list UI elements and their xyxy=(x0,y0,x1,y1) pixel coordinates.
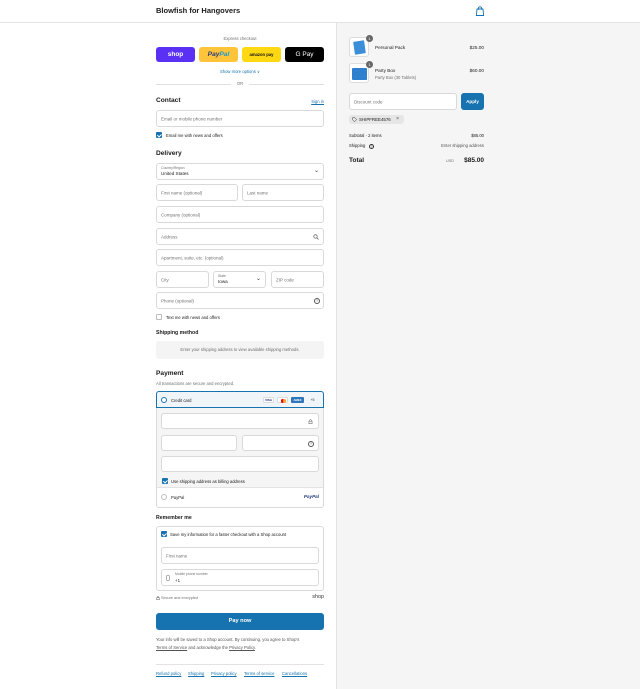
privacy-policy-link[interactable]: Privacy Policy xyxy=(229,645,255,650)
divider xyxy=(156,664,324,665)
footer-link-cancellations[interactable]: Cancellations xyxy=(282,671,307,676)
paypal-label: PayPal xyxy=(171,494,185,500)
news-label: Email me with news and offers xyxy=(166,132,223,138)
text-offers-checkbox[interactable] xyxy=(156,314,162,320)
item-qty-badge: 1 xyxy=(366,35,373,42)
amazon-pay-button[interactable]: amazon pay xyxy=(242,47,281,62)
phone-icon xyxy=(166,575,170,581)
lock-icon xyxy=(156,596,160,600)
last-name-field[interactable]: Last name xyxy=(242,184,324,201)
shopping-bag-icon[interactable] xyxy=(474,5,486,17)
visa-icon: VISA xyxy=(263,397,274,403)
item-qty-badge: 1 xyxy=(366,61,373,68)
currency-label: USD xyxy=(446,159,455,163)
address-field[interactable]: Address xyxy=(156,228,324,245)
more-cards-badge: +5 xyxy=(310,398,315,402)
search-icon xyxy=(313,234,319,240)
city-field[interactable]: City xyxy=(156,271,209,288)
shipping-method-heading: Shipping method xyxy=(156,330,199,336)
legal-text: Your info will be saved to a Shop accoun… xyxy=(156,637,300,650)
discount-code-input[interactable]: Discount code xyxy=(349,93,457,110)
show-more-options-link[interactable]: Show more options ∨ xyxy=(156,69,324,74)
text-offers-label: Text me with news and offers xyxy=(166,314,220,320)
subtotal-value: $85.00 xyxy=(471,133,484,138)
divider xyxy=(157,487,323,488)
total-value: $85.00 xyxy=(464,157,484,164)
paypal-radio[interactable] xyxy=(161,494,167,500)
sign-in-link[interactable]: Sign in xyxy=(300,99,324,104)
discount-code-text: SHIPFREE4576 xyxy=(359,116,391,122)
zip-field[interactable]: ZIP code xyxy=(271,271,324,288)
terms-of-service-link[interactable]: Terms of Service xyxy=(156,645,187,650)
tag-icon xyxy=(352,117,357,122)
discount-tag: SHIPFREE4576 × xyxy=(349,115,404,124)
save-info-checkbox[interactable] xyxy=(161,531,167,537)
save-info-label: Save my information for a faster checkou… xyxy=(170,531,287,537)
company-field[interactable]: Company (optional) xyxy=(156,206,324,223)
shipping-method-message: Enter your shipping address to view avai… xyxy=(156,341,324,359)
billing-address-checkbox[interactable] xyxy=(162,478,168,484)
payment-heading: Payment xyxy=(156,370,184,377)
amex-icon: AMEX xyxy=(291,397,304,403)
shop-pay-button[interactable]: shop xyxy=(156,47,195,62)
remember-first-name-field[interactable]: First name xyxy=(161,547,319,564)
billing-address-label: Use shipping address as billing address xyxy=(171,478,245,484)
item-variant: Party Box (30 Tablets) xyxy=(375,75,417,80)
payment-subtitle: All transactions are secure and encrypte… xyxy=(156,381,235,386)
paypal-button[interactable]: Pay Pal xyxy=(199,47,238,62)
item-name: Personal Pack xyxy=(375,45,406,50)
footer-link-shipping[interactable]: Shipping xyxy=(188,671,204,676)
help-icon[interactable]: ? xyxy=(314,298,320,304)
apartment-field[interactable]: Apartment, suite, etc. (optional) xyxy=(156,249,324,266)
mastercard-icon xyxy=(277,397,288,403)
secure-encrypted-label: Secure and encrypted xyxy=(161,596,199,600)
security-code-field[interactable]: ? xyxy=(242,435,319,451)
shipping-label: Shipping xyxy=(349,143,366,148)
or-divider-label: OR xyxy=(231,81,249,86)
mobile-phone-field[interactable]: Mobile phone number +1 xyxy=(161,569,319,586)
shop-logo: shop xyxy=(312,594,324,600)
phone-field[interactable]: Phone (optional) ? xyxy=(156,292,324,309)
subtotal-label: Subtotal · 2 items xyxy=(349,133,382,138)
item-price: $60.00 xyxy=(469,68,484,73)
pay-now-button[interactable]: Pay now xyxy=(156,613,324,630)
footer-link-privacy[interactable]: Privacy policy xyxy=(211,671,237,676)
express-checkout-title: Express checkout xyxy=(223,36,257,41)
item-name: Party Box xyxy=(375,68,396,73)
credit-card-radio[interactable] xyxy=(161,397,167,403)
chevron-down-icon: ⌄ xyxy=(255,276,261,282)
item-price: $25.00 xyxy=(469,45,484,50)
card-number-field[interactable] xyxy=(161,413,319,429)
chevron-down-icon: ⌄ xyxy=(313,168,319,174)
google-pay-button[interactable]: G Pay xyxy=(285,47,324,62)
apply-button[interactable]: Apply xyxy=(461,93,484,110)
remember-me-heading: Remember me xyxy=(156,515,192,521)
lock-icon xyxy=(308,419,313,424)
remove-discount-icon[interactable]: × xyxy=(396,116,399,122)
state-select[interactable]: State Iowa ⌄ xyxy=(213,271,266,288)
first-name-field[interactable]: First name (optional) xyxy=(156,184,238,201)
news-checkbox[interactable] xyxy=(156,132,162,138)
info-icon[interactable]: ? xyxy=(369,143,374,149)
delivery-heading: Delivery xyxy=(156,150,182,157)
contact-heading: Contact xyxy=(156,97,181,104)
help-icon[interactable]: ? xyxy=(308,441,314,447)
shipping-value: Enter shipping address xyxy=(441,143,484,148)
email-field[interactable]: Email or mobile phone number xyxy=(156,110,324,127)
expiry-field[interactable] xyxy=(161,435,237,451)
paypal-logo: PayPal xyxy=(303,493,319,499)
header: Blowfish for Hangovers xyxy=(0,0,640,23)
country-select[interactable]: Country/Region United States ⌄ xyxy=(156,163,324,180)
shop-name[interactable]: Blowfish for Hangovers xyxy=(156,6,240,15)
footer-link-terms[interactable]: Terms of service xyxy=(244,671,274,676)
credit-card-label: Credit card xyxy=(171,397,192,403)
footer-link-refund[interactable]: Refund policy xyxy=(156,671,181,676)
name-on-card-field[interactable] xyxy=(161,456,319,472)
total-label: Total xyxy=(349,157,365,164)
